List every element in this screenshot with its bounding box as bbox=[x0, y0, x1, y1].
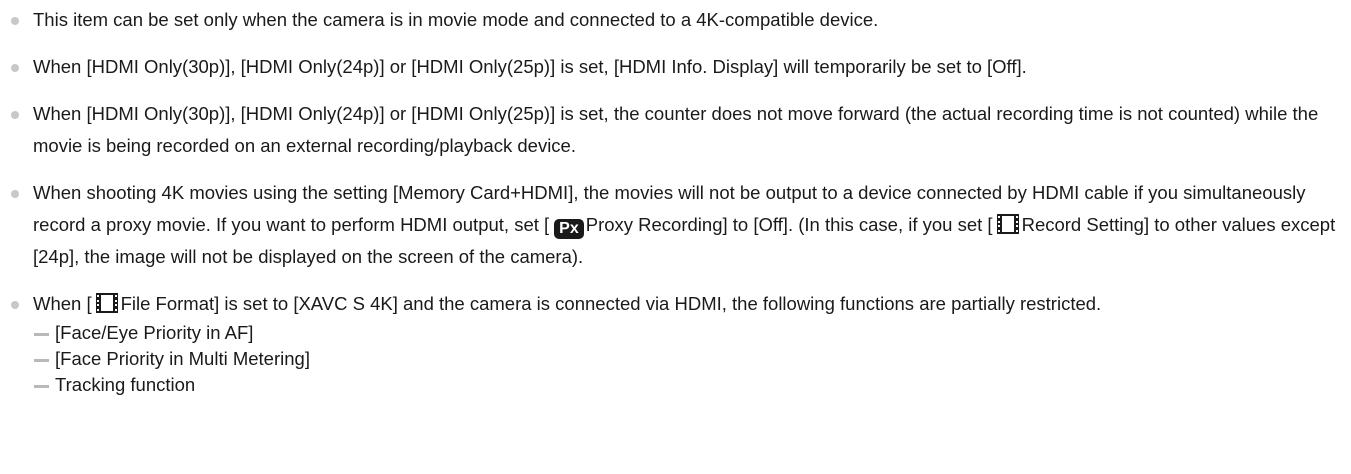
notes-list: This item can be set only when the camer… bbox=[0, 0, 1351, 398]
bullet-icon bbox=[11, 301, 19, 309]
list-item: [Face/Eye Priority in AF] bbox=[33, 320, 1351, 346]
list-item: Tracking function bbox=[33, 372, 1351, 398]
bullet-icon bbox=[11, 111, 19, 119]
dash-icon bbox=[34, 359, 49, 362]
note-text-part: File Format] is set to [XAVC S 4K] and t… bbox=[120, 293, 1102, 314]
note-item: When [ File Format] is set to [XAVC S 4K]… bbox=[0, 288, 1351, 398]
note-text: This item can be set only when the camer… bbox=[33, 9, 879, 30]
sub-item-text: Tracking function bbox=[55, 374, 196, 395]
bullet-icon bbox=[11, 17, 19, 25]
bullet-icon bbox=[11, 190, 19, 198]
note-item: When [HDMI Only(30p)], [HDMI Only(24p)] … bbox=[0, 98, 1351, 162]
note-text-part: When [ bbox=[33, 293, 92, 314]
note-text: When [HDMI Only(30p)], [HDMI Only(24p)] … bbox=[33, 56, 1027, 77]
dash-icon bbox=[34, 333, 49, 336]
film-strip-icon bbox=[996, 214, 1019, 234]
restricted-functions-list: [Face/Eye Priority in AF] [Face Priority… bbox=[33, 320, 1351, 398]
sub-item-text: [Face/Eye Priority in AF] bbox=[55, 322, 254, 343]
px-icon: Px bbox=[554, 219, 584, 239]
bullet-icon bbox=[11, 64, 19, 72]
note-item: When [HDMI Only(30p)], [HDMI Only(24p)] … bbox=[0, 51, 1351, 83]
sub-item-text: [Face Priority in Multi Metering] bbox=[55, 348, 310, 369]
film-strip-icon bbox=[95, 293, 118, 313]
list-item: [Face Priority in Multi Metering] bbox=[33, 346, 1351, 372]
note-item: This item can be set only when the camer… bbox=[0, 4, 1351, 36]
note-item: When shooting 4K movies using the settin… bbox=[0, 177, 1351, 273]
note-text: When [HDMI Only(30p)], [HDMI Only(24p)] … bbox=[33, 103, 1319, 156]
dash-icon bbox=[34, 385, 49, 388]
note-text-part: Proxy Recording] to [Off]. (In this case… bbox=[585, 214, 993, 235]
